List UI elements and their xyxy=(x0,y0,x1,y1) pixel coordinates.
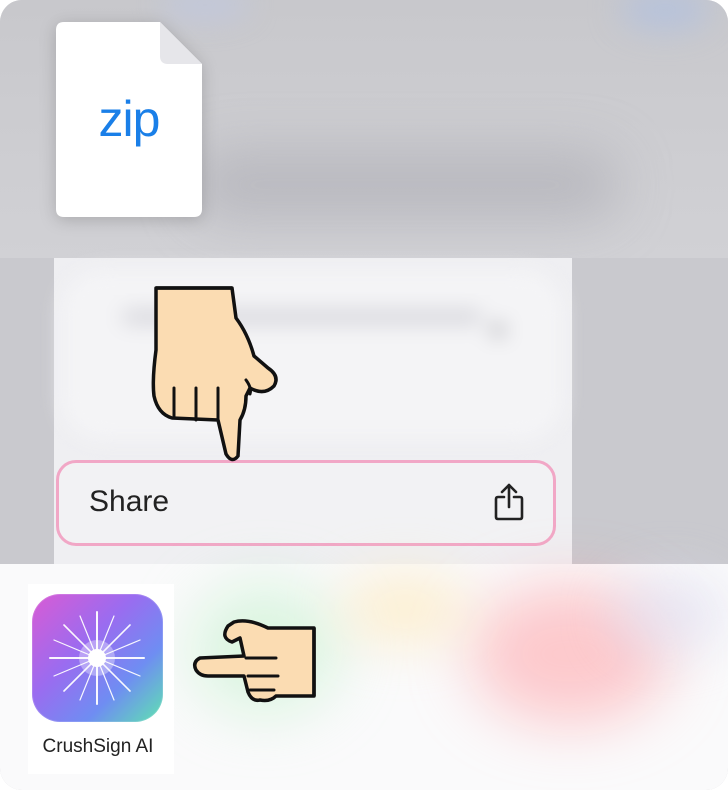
app-tile-crushsign[interactable]: CrushSign AI xyxy=(28,584,174,774)
screenshot-frame: zip Share CrushSign AI xyxy=(0,0,728,790)
sparkle-app-icon xyxy=(32,594,163,722)
file-extension-label: zip xyxy=(98,91,161,147)
blurred-preview xyxy=(62,270,562,440)
share-label: Share xyxy=(89,485,170,518)
app-name-label: CrushSign AI xyxy=(42,736,154,757)
share-menu-item[interactable]: Share xyxy=(56,460,556,546)
pointing-hand-down-icon xyxy=(150,284,282,470)
pointing-hand-left-icon xyxy=(190,616,316,710)
share-icon xyxy=(493,483,525,525)
zip-file-icon[interactable]: zip xyxy=(56,22,202,217)
